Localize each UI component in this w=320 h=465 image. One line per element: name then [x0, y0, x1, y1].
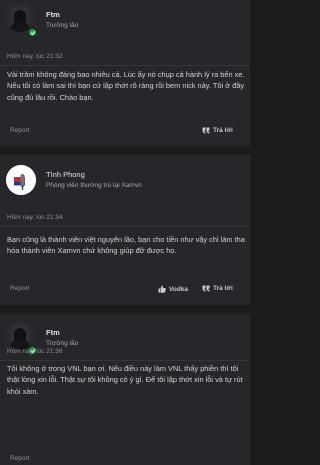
avatar[interactable]	[6, 165, 36, 195]
comment-author[interactable]: Ftm	[46, 10, 60, 19]
comment-author[interactable]: Ftm	[46, 328, 60, 337]
report-link[interactable]: Report	[10, 455, 30, 462]
report-link[interactable]: Report	[10, 285, 30, 292]
comment-timestamp[interactable]: Hôm nay, lúc 21:38	[7, 348, 63, 355]
reply-quote-icon	[202, 127, 210, 134]
reply-quote-icon	[202, 285, 210, 292]
reaction-vodka[interactable]: Vodka	[158, 285, 188, 293]
online-check-icon	[28, 28, 37, 37]
divider	[0, 360, 250, 361]
comment-body: Tôi không ở trong VNL bạn ơi. Nếu điều n…	[7, 364, 243, 396]
reply-button[interactable]: Trả lời	[202, 127, 233, 134]
reply-button[interactable]: Trả lời	[202, 285, 233, 292]
divider	[0, 226, 250, 227]
reply-label: Trả lời	[213, 127, 233, 134]
comment-card: Ftm Trưởng lão Hôm nay, lúc 21:38 Tôi kh…	[0, 314, 250, 465]
divider	[0, 65, 250, 66]
comment-timestamp[interactable]: Hôm nay, lúc 21:32	[7, 53, 63, 60]
author-role: Trưởng lão	[46, 340, 79, 347]
thumbs-up-icon	[158, 285, 166, 293]
comment-card: Tình Phong Phóng viên thường trú tại Xam…	[0, 155, 250, 305]
comment-separator	[0, 305, 250, 314]
reply-label: Trả lời	[213, 285, 233, 292]
comment-body: Vài trăm không đáng bao nhiêu cả. Lúc ấy…	[7, 70, 245, 102]
comment-separator	[0, 146, 250, 155]
author-role: Trưởng lão	[46, 22, 79, 29]
comment-timestamp[interactable]: Hôm nay, lúc 21:34	[7, 214, 63, 221]
microphone-logo-icon	[6, 165, 36, 195]
report-link[interactable]: Report	[10, 127, 30, 134]
comment-author[interactable]: Tình Phong	[46, 170, 85, 179]
reaction-label: Vodka	[169, 285, 189, 293]
comment-body: Bạn cũng là thành viên việt nguyên lão, …	[7, 235, 245, 256]
author-role: Phóng viên thường trú tại Xamvn	[46, 182, 142, 189]
comment-card: Ftm Trưởng lão Hôm nay, lúc 21:32 Vài tr…	[0, 0, 250, 146]
